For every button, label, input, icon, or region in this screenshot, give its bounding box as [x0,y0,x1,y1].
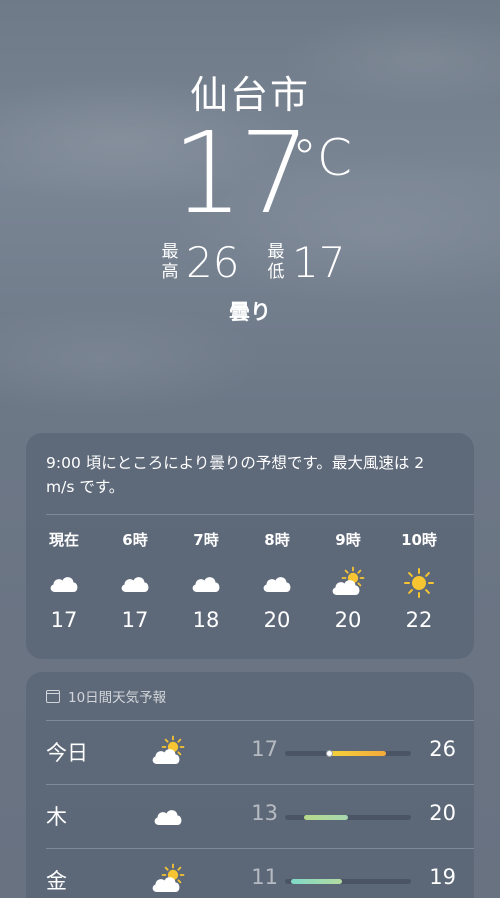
day-name: 木 [46,805,67,829]
low-label: 最低 [267,242,285,282]
calendar-icon [46,689,60,703]
cloud-icon [105,563,165,603]
day-high-temperature: 20 [429,801,456,825]
hour-column: 9時 20 [318,529,378,635]
sun-icon [389,563,449,603]
hour-label: 10時 [401,531,437,549]
forecast-row[interactable]: 金 11 19 [26,849,474,898]
day-high-temperature: 19 [429,865,456,889]
temperature-range-fill [291,879,342,884]
current-temperature: 17 [172,109,311,239]
temperature-range-fill [303,815,348,820]
ten-day-header: 10日間天気予報 [46,686,166,706]
forecast-row[interactable]: 今日 17 26 [26,721,474,785]
day-low-temperature: 13 [251,801,278,825]
hour-column: 6時 17 [105,529,165,635]
day-name: 今日 [46,741,88,765]
hour-column: 現在 17 [34,529,94,635]
day-low-temperature: 17 [251,737,278,761]
hour-temperature: 17 [121,608,149,632]
hour-temperature: 22 [405,608,433,632]
hourly-forecast-card[interactable]: 9:00 頃にところにより曇りの予想です。最大風速は 2 m/s です。 現在 1… [26,433,474,659]
temperature-range-bar [285,815,411,820]
hour-label: 7時 [193,531,219,549]
hour-temperature: 18 [192,608,220,632]
high-low: 最高 26 最低 17 [160,240,360,290]
high-label: 最高 [161,242,179,282]
ten-day-header-label: 10日間天気予報 [68,690,167,706]
condition-text: 曇り [229,300,271,324]
partly-sunny-icon [148,862,188,898]
cloud-icon [34,563,94,603]
partly-sunny-icon [148,734,188,770]
hour-label: 8時 [264,531,290,549]
hour-label: 9時 [335,531,361,549]
hour-temperature: 20 [263,608,291,632]
current-temperature-dot [325,750,333,757]
temperature-unit: °C [292,129,352,187]
hour-column: 10時 22 [389,529,449,635]
cloud-icon [247,563,307,603]
day-name: 金 [46,869,67,893]
temperature-range-bar [285,879,411,884]
hour-temperature: 20 [334,608,362,632]
partly-sunny-icon [318,563,378,603]
day-low-temperature: 11 [251,865,278,889]
temperature-range-bar [285,750,411,757]
hourly-summary: 9:00 頃にところにより曇りの予想です。最大風速は 2 m/s です。 [46,454,425,496]
hour-column: 8時 20 [247,529,307,635]
temperature-range-fill [329,751,386,756]
current-temperature-block: 17 °C [0,118,500,234]
low-temperature: 17 [292,238,346,287]
cloud-icon [176,563,236,603]
hour-label: 現在 [48,531,79,549]
hour-column: 7時 18 [176,529,236,635]
day-high-temperature: 26 [429,737,456,761]
ten-day-forecast-card[interactable]: 10日間天気予報 今日 17 26 木 13 20 金 11 19 [26,672,474,898]
forecast-row[interactable]: 木 13 20 [26,785,474,849]
cloud-icon [148,798,188,834]
hour-temperature: 17 [50,608,78,632]
high-temperature: 26 [186,238,240,287]
divider [46,514,474,515]
hour-label: 6時 [122,531,148,549]
